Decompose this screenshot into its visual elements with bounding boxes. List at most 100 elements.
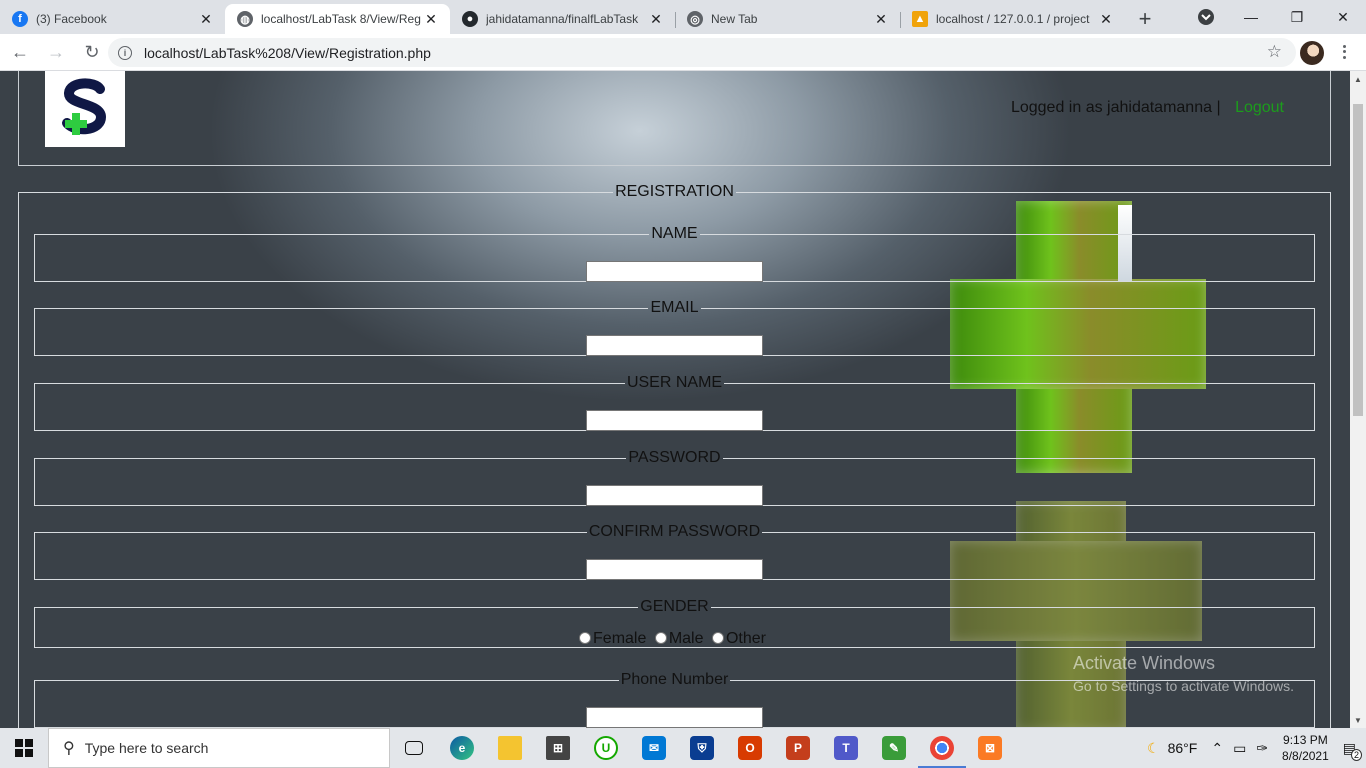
office-icon[interactable]: O bbox=[726, 728, 774, 768]
close-icon[interactable]: ✕ bbox=[197, 10, 215, 28]
scroll-down-icon[interactable]: ▼ bbox=[1350, 712, 1366, 728]
tab-title: (3) Facebook bbox=[36, 12, 107, 26]
edge-icon[interactable]: e bbox=[438, 728, 486, 768]
chrome-taskbar-icon[interactable] bbox=[918, 728, 966, 768]
tab-search-icon[interactable] bbox=[1196, 8, 1216, 26]
maximize-icon[interactable]: ❐ bbox=[1274, 0, 1320, 34]
system-tray: ☾ 86°F ⌃ ▭ ✑ 9:13 PM 8/8/2021 ▤ 2 bbox=[1147, 728, 1366, 768]
site-logo bbox=[45, 71, 125, 147]
confirm-password-label: CONFIRM PASSWORD bbox=[588, 523, 761, 540]
taskbar-search-box[interactable]: ⚲ Type here to search bbox=[48, 728, 390, 768]
powerpoint-icon[interactable]: P bbox=[774, 728, 822, 768]
back-icon[interactable]: ← bbox=[4, 36, 36, 68]
xampp-icon[interactable]: ⊠ bbox=[966, 728, 1014, 768]
page-header: Logged in as jahidatamanna | Logout bbox=[18, 71, 1331, 166]
gender-option-male[interactable]: Male bbox=[654, 630, 704, 647]
close-window-icon[interactable]: ✕ bbox=[1320, 0, 1366, 34]
close-icon[interactable]: ✕ bbox=[647, 10, 665, 28]
tab-github[interactable]: ● jahidatamanna/finalfLabTask ✕ bbox=[450, 4, 675, 34]
new-tab-button[interactable]: + bbox=[1125, 4, 1165, 34]
radio-female[interactable] bbox=[579, 632, 592, 644]
logged-in-text: Logged in as jahidatamanna | bbox=[1010, 99, 1221, 116]
teams-icon[interactable]: T bbox=[822, 728, 870, 768]
login-status: Logged in as jahidatamanna | Logout bbox=[1011, 99, 1284, 117]
bookmark-star-icon[interactable]: ☆ bbox=[1267, 42, 1282, 62]
name-label: NAME bbox=[651, 225, 698, 242]
phpmyadmin-icon: ▲ bbox=[912, 11, 928, 27]
registration-legend: REGISTRATION bbox=[615, 183, 734, 200]
close-icon[interactable]: ✕ bbox=[422, 10, 440, 28]
url-text: localhost/LabTask%208/View/Registration.… bbox=[144, 44, 431, 61]
file-explorer-icon[interactable] bbox=[486, 728, 534, 768]
notifications-icon[interactable]: ▤ 2 bbox=[1343, 740, 1362, 761]
clock-date: 8/8/2021 bbox=[1282, 749, 1329, 763]
upwork-icon[interactable]: U bbox=[582, 728, 630, 768]
gender-option-label: Other bbox=[725, 630, 766, 647]
password-label: PASSWORD bbox=[628, 449, 721, 466]
github-icon: ● bbox=[462, 11, 478, 27]
windows-start-icon[interactable] bbox=[0, 728, 48, 768]
minimize-icon[interactable]: — bbox=[1228, 0, 1274, 34]
phone-input[interactable] bbox=[586, 707, 763, 728]
watermark-title: Activate Windows bbox=[1073, 653, 1216, 673]
windows-taskbar: ⚲ Type here to search e ⊞ U ✉ ⛨ O P T ✎ … bbox=[0, 728, 1366, 768]
tab-facebook[interactable]: f (3) Facebook ✕ bbox=[0, 4, 225, 34]
reload-icon[interactable]: ↻ bbox=[76, 36, 108, 68]
scroll-up-icon[interactable]: ▲ bbox=[1350, 71, 1366, 87]
logout-link[interactable]: Logout bbox=[1235, 99, 1284, 116]
mail-icon[interactable]: ✉ bbox=[630, 728, 678, 768]
tab-registration[interactable]: ◍ localhost/LabTask 8/View/Reg ✕ bbox=[225, 4, 450, 34]
password-input[interactable] bbox=[586, 485, 763, 506]
password-fieldset: PASSWORD bbox=[34, 449, 1315, 506]
tab-title: jahidatamanna/finalfLabTask bbox=[486, 12, 639, 26]
tab-title: localhost / 127.0.0.1 / project bbox=[936, 12, 1090, 26]
scroll-thumb[interactable] bbox=[1353, 104, 1363, 416]
gender-option-female[interactable]: Female bbox=[579, 630, 646, 647]
globe-icon: ◍ bbox=[237, 11, 253, 27]
username-label: USER NAME bbox=[626, 374, 723, 391]
pen-icon[interactable]: ✑ bbox=[1256, 740, 1268, 757]
store-icon[interactable]: ⊞ bbox=[534, 728, 582, 768]
tab-title: New Tab bbox=[711, 12, 758, 26]
username-fieldset: USER NAME bbox=[34, 374, 1315, 431]
task-view-icon[interactable] bbox=[390, 728, 438, 768]
close-icon[interactable]: ✕ bbox=[872, 10, 890, 28]
gender-fieldset: GENDER Female Male Other bbox=[34, 598, 1315, 648]
name-input[interactable] bbox=[586, 261, 763, 282]
radio-other[interactable] bbox=[711, 632, 724, 644]
confirm-password-fieldset: CONFIRM PASSWORD bbox=[34, 523, 1315, 580]
window-controls: — ❐ ✕ bbox=[1228, 0, 1366, 34]
battery-icon[interactable]: ▭ bbox=[1233, 740, 1246, 757]
gender-label: GENDER bbox=[640, 598, 709, 615]
activate-windows-watermark: Activate Windows Go to Settings to activ… bbox=[1073, 653, 1294, 694]
tab-strip: f (3) Facebook ✕ ◍ localhost/LabTask 8/V… bbox=[0, 0, 1366, 34]
phone-label: Phone Number bbox=[620, 671, 729, 688]
gender-option-label: Female bbox=[593, 630, 647, 647]
tab-phpmyadmin[interactable]: ▲ localhost / 127.0.0.1 / project ✕ bbox=[900, 4, 1125, 34]
clock[interactable]: 9:13 PM 8/8/2021 bbox=[1282, 732, 1329, 764]
watermark-subtitle: Go to Settings to activate Windows. bbox=[1073, 678, 1294, 694]
weather-temp[interactable]: 86°F bbox=[1168, 740, 1198, 756]
security-shield-icon[interactable]: ⛨ bbox=[678, 728, 726, 768]
info-icon[interactable]: i bbox=[118, 45, 132, 60]
chevron-up-icon[interactable]: ⌃ bbox=[1211, 740, 1223, 757]
tab-new-tab[interactable]: ◎ New Tab ✕ bbox=[675, 4, 900, 34]
email-label: EMAIL bbox=[650, 299, 699, 316]
name-fieldset: NAME bbox=[34, 225, 1315, 282]
tab-title: localhost/LabTask 8/View/Reg bbox=[261, 12, 421, 26]
registration-fieldset: REGISTRATION NAME EMAIL USER NAME PASSWO… bbox=[18, 183, 1331, 728]
close-icon[interactable]: ✕ bbox=[1097, 10, 1115, 28]
profile-avatar[interactable] bbox=[1300, 41, 1324, 65]
gender-option-other[interactable]: Other bbox=[711, 630, 766, 647]
email-input[interactable] bbox=[586, 335, 763, 356]
notification-count: 2 bbox=[1350, 748, 1362, 761]
address-bar[interactable]: i localhost/LabTask%208/View/Registratio… bbox=[108, 38, 1296, 67]
email-fieldset: EMAIL bbox=[34, 299, 1315, 356]
username-input[interactable] bbox=[586, 410, 763, 431]
sticky-notes-icon[interactable]: ✎ bbox=[870, 728, 918, 768]
confirm-password-input[interactable] bbox=[586, 559, 763, 580]
search-icon: ⚲ bbox=[63, 740, 75, 757]
forward-icon[interactable]: → bbox=[40, 36, 72, 68]
menu-icon[interactable] bbox=[1336, 40, 1352, 64]
radio-male[interactable] bbox=[654, 632, 667, 644]
